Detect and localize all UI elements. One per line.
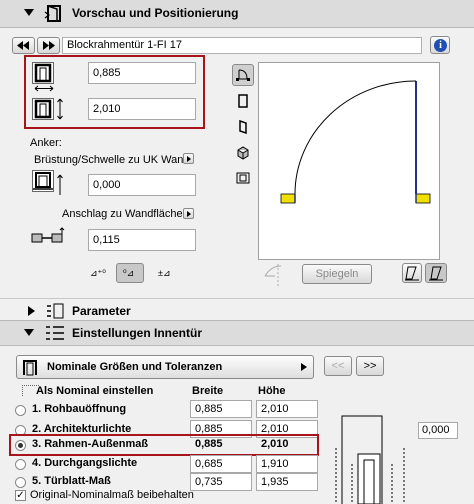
prev-door-button[interactable] bbox=[12, 37, 35, 54]
keep-nominal-label: Original-Nominalmaß beibehalten bbox=[30, 489, 194, 501]
table-col-hoehe: Höhe bbox=[258, 385, 286, 397]
table-header-label: Als Nominal einstellen bbox=[36, 385, 154, 397]
bruestung-input[interactable]: 0,000 bbox=[88, 174, 196, 196]
nav-prev-button[interactable]: << bbox=[324, 356, 352, 376]
door-frame-icon bbox=[23, 360, 37, 376]
row5-breite[interactable]: 0,735 bbox=[190, 473, 252, 491]
anschlag-input[interactable]: 0,115 bbox=[88, 229, 196, 251]
chevron-right-icon bbox=[301, 363, 307, 371]
opening-right-button[interactable] bbox=[425, 263, 447, 283]
row3-hoehe[interactable]: 2,010 bbox=[261, 438, 289, 450]
width-icon bbox=[32, 62, 54, 84]
info-button[interactable]: i bbox=[430, 36, 450, 54]
offset-input[interactable]: 0,000 bbox=[418, 422, 458, 439]
mirror-symbol-icon bbox=[264, 264, 282, 286]
view-plan-button[interactable] bbox=[232, 64, 254, 86]
height-arrow-icon bbox=[57, 98, 63, 120]
bruestung-label: Brüstung/Schwelle zu UK Wand bbox=[34, 154, 190, 166]
row5-radio[interactable] bbox=[15, 477, 26, 488]
door-frame-right bbox=[415, 193, 431, 204]
section-title-settings: Einstellungen Innentür bbox=[72, 326, 203, 340]
spiegeln-button[interactable]: Spiegeln bbox=[302, 264, 372, 284]
section-header-preview[interactable]: Vorschau und Positionierung bbox=[0, 0, 474, 28]
frame-schematic bbox=[335, 415, 405, 504]
row4-radio[interactable] bbox=[15, 459, 26, 470]
section-title-preview: Vorschau und Positionierung bbox=[72, 6, 239, 20]
view-3d-icon[interactable] bbox=[236, 146, 250, 160]
collapse-arrow-icon[interactable] bbox=[24, 329, 34, 336]
section-header-parameter[interactable]: Parameter bbox=[0, 301, 474, 321]
nominal-dropdown[interactable]: Nominale Größen und Toleranzen bbox=[16, 355, 314, 379]
keep-nominal-checkbox[interactable]: ✓ bbox=[15, 490, 26, 501]
opening-left-button[interactable] bbox=[402, 263, 422, 283]
anschlag-label: Anschlag zu Wandfläche bbox=[62, 208, 183, 220]
row5-hoehe[interactable]: 1,935 bbox=[256, 473, 318, 491]
height-input[interactable]: 2,010 bbox=[88, 98, 196, 120]
view-front-icon[interactable] bbox=[237, 94, 249, 108]
chevron-right-icon bbox=[187, 211, 191, 217]
view-side-icon[interactable] bbox=[237, 120, 249, 134]
chevron-right-icon bbox=[187, 156, 191, 162]
align-right-icon[interactable]: ±⊿ bbox=[158, 268, 170, 279]
info-icon: i bbox=[434, 39, 447, 52]
collapse-arrow-icon[interactable] bbox=[24, 9, 34, 16]
anschlag-icon bbox=[31, 227, 65, 243]
anker-label: Anker: bbox=[30, 137, 62, 149]
expand-arrow-icon[interactable] bbox=[28, 306, 35, 316]
door-frame-left bbox=[280, 193, 296, 204]
width-arrow-icon bbox=[34, 85, 54, 92]
row3-breite[interactable]: 0,885 bbox=[195, 438, 223, 450]
door-name-field[interactable]: Blockrahmentür 1-FI 17 bbox=[62, 37, 422, 54]
row5-label: 5. Türblatt-Maß bbox=[32, 475, 111, 487]
nav-next-button[interactable]: >> bbox=[356, 356, 384, 376]
parameter-list-icon bbox=[47, 303, 64, 319]
door-preview-canvas bbox=[258, 62, 440, 260]
table-col-breite: Breite bbox=[192, 385, 224, 397]
align-center-icon: ⁰⊿ bbox=[123, 268, 135, 278]
settings-list-icon bbox=[46, 326, 64, 340]
row3-label: 3. Rahmen-Außenmaß bbox=[32, 438, 149, 450]
section-title-parameter: Parameter bbox=[72, 304, 131, 318]
bruestung-arrow-icon bbox=[57, 174, 63, 195]
nominal-dropdown-label: Nominale Größen und Toleranzen bbox=[47, 361, 223, 373]
row4-breite[interactable]: 0,685 bbox=[190, 455, 252, 473]
anschlag-menu-button[interactable] bbox=[183, 208, 194, 219]
divider bbox=[0, 298, 474, 299]
row4-hoehe[interactable]: 1,910 bbox=[256, 455, 318, 473]
row4-label: 4. Durchgangslichte bbox=[32, 457, 138, 469]
row3-radio[interactable] bbox=[15, 440, 26, 451]
width-input[interactable]: 0,885 bbox=[88, 62, 196, 84]
align-center-button[interactable]: ⁰⊿ bbox=[116, 263, 144, 283]
align-left-icon[interactable]: ⊿⁺⁰ bbox=[90, 268, 106, 279]
door-swing-arc bbox=[294, 80, 417, 195]
next-door-button[interactable] bbox=[37, 37, 60, 54]
row1-breite[interactable]: 0,885 bbox=[190, 400, 252, 418]
view-section-icon[interactable] bbox=[235, 171, 251, 185]
height-icon bbox=[32, 98, 54, 120]
row1-label: 1. Rohbauöffnung bbox=[32, 403, 127, 415]
row1-radio[interactable] bbox=[15, 405, 26, 416]
bruestung-menu-button[interactable] bbox=[183, 153, 194, 164]
row1-hoehe[interactable]: 2,010 bbox=[256, 400, 318, 418]
section-header-settings[interactable]: Einstellungen Innentür bbox=[0, 320, 474, 346]
door-preview-icon bbox=[44, 4, 61, 22]
bruestung-icon bbox=[32, 170, 54, 192]
